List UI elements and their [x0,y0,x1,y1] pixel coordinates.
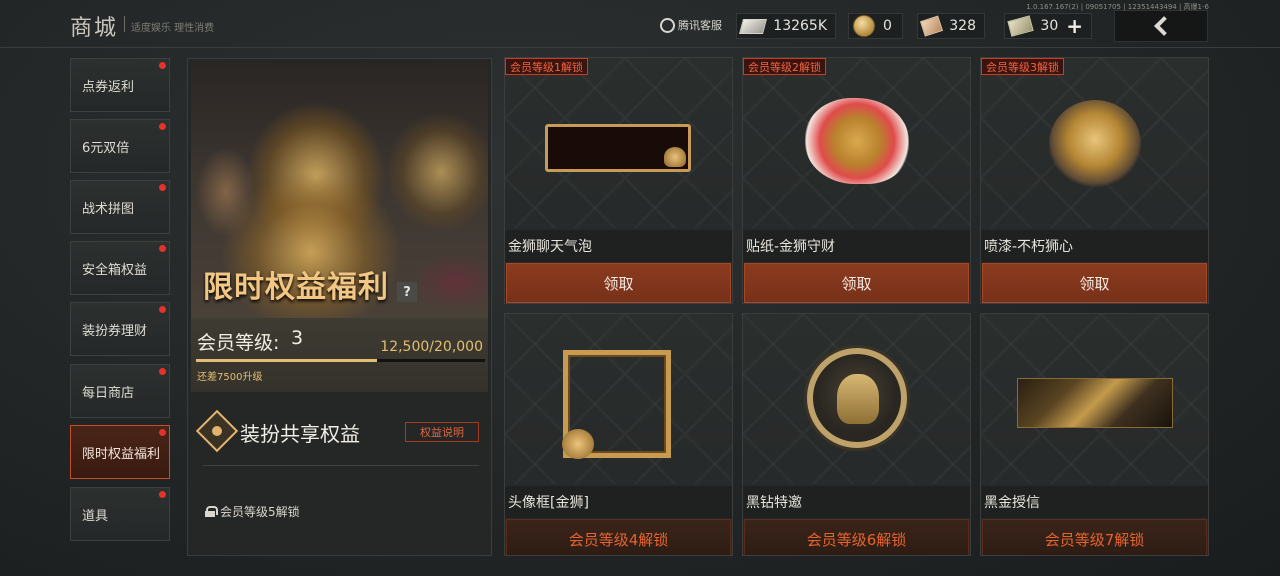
reward-card[interactable]: 黑金授信 会员等级7解锁 [980,313,1209,556]
currency-bills: 13265K [736,13,836,39]
reward-name: 黑金授信 [981,486,1208,518]
promo-banner-image: 限时权益福利 ? [191,62,488,318]
sidebar-item-label: 6元双倍 [82,140,130,156]
slogan: 适度娱乐 理性消费 [131,23,215,34]
reward-name: 贴纸-金狮守财 [743,230,970,262]
sidebar-item-label: 战术拼图 [82,201,135,217]
level-label: 会员等级: [197,332,280,354]
voucher-icon [1007,15,1035,37]
level-progress-fill [196,359,377,362]
unlock-tag: 会员等级2解锁 [743,58,826,75]
promo-title: 限时权益福利 [203,270,389,305]
sidebar-item-label: 道具 [82,508,109,524]
back-button[interactable] [1114,10,1208,42]
sidebar-item-items[interactable]: 道具 [70,487,170,541]
diamond-emblem-icon [195,409,239,453]
reward-art [743,58,970,228]
reward-name: 金狮聊天气泡 [505,230,732,262]
sidebar-item-label: 安全箱权益 [82,262,148,278]
notification-dot [159,245,166,252]
currency-value: 328 [949,18,976,34]
reward-card[interactable]: 会员等级2解锁 贴纸-金狮守财 领取 [742,57,971,304]
sidebar-item-daily-shop[interactable]: 每日商店 [70,364,170,418]
notification-dot [159,368,166,375]
claim-button[interactable]: 领取 [506,263,731,303]
tencent-icon [660,17,675,33]
coin-icon [853,15,875,37]
reward-card[interactable]: 头像框[金狮] 会员等级4解锁 [504,313,733,556]
claim-button[interactable]: 领取 [744,263,969,303]
divider [203,465,479,466]
lock-icon [205,506,218,517]
level-value: 3 [291,327,304,349]
level-progress-bar [196,359,485,362]
reward-card[interactable]: 会员等级3解锁 喷漆-不朽狮心 领取 [980,57,1209,304]
help-icon[interactable]: ? [397,282,417,302]
reward-art [981,314,1208,484]
currency-voucher: 30 + [1004,13,1092,39]
claim-button[interactable]: 领取 [982,263,1207,303]
reward-name: 黑钻特邀 [743,486,970,518]
notification-dot [159,306,166,313]
sidebar-item-limited-benefits[interactable]: 限时权益福利 [70,425,170,479]
currency-value: 0 [883,18,892,34]
sidebar-item-double-6[interactable]: 6元双倍 [70,119,170,173]
sidebar-item-label: 每日商店 [82,385,135,401]
reward-name: 头像框[金狮] [505,486,732,518]
reward-art [505,314,732,484]
level-progress-text: 12,500/20,000 [380,339,483,355]
share-benefits-section: 装扮共享权益 权益说明 会员等级5解锁 [191,398,488,553]
customer-service-link[interactable]: 腾讯客服 [660,17,722,33]
reward-art [505,58,732,228]
ticket-icon [919,15,944,37]
add-currency-button[interactable]: + [1066,16,1083,36]
page-title: 商城 [70,16,119,41]
lion-spray-icon [1049,100,1141,188]
lock-text: 会员等级5解锁 [220,505,300,519]
sidebar-item-safebox-benefits[interactable]: 安全箱权益 [70,241,170,295]
chevron-left-icon [1154,16,1174,36]
bills-icon [738,18,768,34]
notification-dot [159,429,166,436]
sidebar-item-voucher-rebate[interactable]: 点券返利 [70,58,170,112]
reward-name: 喷漆-不朽狮心 [981,230,1208,262]
sidebar-item-label: 装扮券理财 [82,323,148,339]
sidebar-item-label: 点券返利 [82,79,135,95]
currency-coin: 0 [848,13,903,39]
chat-bubble-icon [545,124,691,172]
notification-dot [159,62,166,69]
spartan-helmet-icon [807,348,907,448]
locked-status: 会员等级4解锁 [506,519,731,555]
currency-value: 30 [1040,18,1059,34]
currency-value: 13265K [773,18,827,34]
locked-status: 会员等级6解锁 [744,519,969,555]
locked-status: 会员等级7解锁 [982,519,1207,555]
notification-dot [159,123,166,130]
unlock-tag: 会员等级3解锁 [981,58,1064,75]
member-level-box: 会员等级: 3 12,500/20,000 还差7500升级 [191,318,488,392]
benefit-rules-button[interactable]: 权益说明 [405,422,479,442]
sidebar-item-label: 限时权益福利 [82,446,161,462]
sidebar-item-tactical-puzzle[interactable]: 战术拼图 [70,180,170,234]
reward-art [981,58,1208,228]
notification-dot [159,184,166,191]
share-title: 装扮共享权益 [240,422,360,446]
top-bar: 商城 适度娱乐 理性消费 腾讯客服 13265K 0 328 30 + 1.0.… [0,0,1280,48]
lion-sticker-icon [805,98,909,184]
promo-panel: 限时权益福利 ? 会员等级: 3 12,500/20,000 还差7500升级 … [187,58,492,556]
reward-art [743,314,970,484]
lock-requirement: 会员等级5解锁 [205,503,300,520]
version-info: 1.0.167.167(2) | 09051705 | 12351443494 … [1026,3,1209,11]
unlock-tag: 会员等级1解锁 [505,58,588,75]
sidebar-item-skin-finance[interactable]: 装扮券理财 [70,302,170,356]
title-divider [124,16,125,32]
black-gold-card-icon [1017,378,1173,428]
customer-service-label: 腾讯客服 [678,19,722,32]
avatar-frame-icon [562,350,671,459]
reward-card[interactable]: 黑钻特邀 会员等级6解锁 [742,313,971,556]
reward-card[interactable]: 会员等级1解锁 金狮聊天气泡 领取 [504,57,733,304]
notification-dot [159,491,166,498]
currency-ticket: 328 [917,13,985,39]
level-hint: 还差7500升级 [197,372,263,383]
